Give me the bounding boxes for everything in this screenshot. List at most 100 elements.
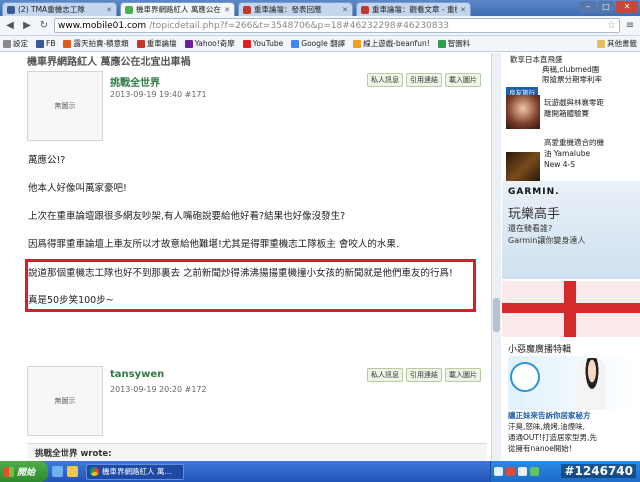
ad-text[interactable]: 典稱,clubmed團 [542, 65, 599, 75]
page-icon [3, 39, 11, 48]
gift-banner-ad[interactable] [502, 281, 640, 337]
close-icon[interactable]: ✕ [342, 6, 348, 14]
url-path: /topicdetail.php?f=266&t=3548706&p=18#46… [149, 20, 449, 31]
bookmark-label: 其他書籤 [607, 39, 637, 48]
load-images-button[interactable]: 載入圖片 [445, 73, 481, 87]
quote-author: 挑戰全世界 wrote: [35, 449, 112, 459]
private-message-button[interactable]: 私人訊息 [367, 73, 403, 87]
bookmark-settings[interactable]: 設定 [3, 38, 28, 49]
bookmark-yahoo[interactable]: Yahoo!奇摩 [184, 38, 235, 49]
bookmark-label: 露天拍賣-積意類 [73, 39, 129, 48]
private-message-button[interactable]: 私人訊息 [367, 368, 403, 382]
volume-icon[interactable] [518, 467, 527, 476]
bookmark-google-translate[interactable]: Google 翻譯 [291, 38, 345, 49]
start-label: 開始 [17, 468, 36, 478]
browser-tab-strip: (2) TMA重機志工隊 ✕ 機車界網路紅人 萬應公在 ✕ 重車論壇：發表回應 … [0, 0, 640, 16]
explorer-icon[interactable] [67, 466, 78, 477]
taskbar-chrome-window[interactable]: 機車界網路紅人 萬... [86, 463, 184, 480]
ad-text[interactable]: 離開箱體驗賽 [544, 109, 589, 119]
garmin-logo: GARMIN. [508, 187, 560, 197]
garmin-banner-ad[interactable]: GARMIN. 玩樂高手 還在騎看誰? Garmin讓你變身達人 [502, 181, 640, 279]
back-arrow-icon[interactable]: ◀ [3, 19, 17, 33]
bookmark-misc[interactable]: 智園料 [437, 38, 471, 49]
tray-icon[interactable] [506, 467, 515, 476]
ad-text[interactable]: 限搶票分期零利率 [542, 75, 602, 85]
page-viewport: 機車界網路紅人 萬應公在北宜出車禍 無圖示 挑戰全世界 2013-09-19 1… [0, 53, 640, 461]
garmin-ad-text: Garmin讓你變身達人 [508, 236, 586, 245]
beanfun-icon [353, 39, 362, 48]
bookmark-label: 智園料 [447, 39, 471, 48]
show-desktop-icon[interactable] [52, 466, 63, 477]
ad-text: 從擁有nanoe開始! [508, 444, 572, 453]
image-watermark-id: #1246740 [561, 464, 636, 478]
tab-title: (2) TMA重機志工隊 [18, 5, 85, 14]
reload-icon[interactable]: ↻ [37, 19, 51, 33]
ruten-icon [63, 39, 72, 48]
bookmark-other[interactable]: 其他書籤 [597, 38, 637, 49]
bookmark-heavy-bike[interactable]: 重車論壇 [136, 38, 177, 49]
minimize-icon[interactable]: – [580, 1, 596, 13]
bookmark-fb[interactable]: FB [36, 39, 55, 48]
ad-text: 通通OUT!打造居家型男,先 [508, 433, 597, 442]
mobile01-icon [125, 5, 133, 14]
facebook-icon [36, 39, 44, 48]
model-image [578, 358, 606, 410]
start-button[interactable]: 開始 [0, 461, 48, 482]
bookmark-youtube[interactable]: YouTube [242, 39, 283, 48]
load-images-button[interactable]: 載入圖片 [445, 368, 481, 382]
tab-mobile01[interactable]: 機車界網路紅人 萬應公在 ✕ [120, 2, 235, 16]
post-username[interactable]: 挑戰全世界 [110, 74, 160, 89]
quote-link-button[interactable]: 引用連結 [406, 73, 442, 87]
garmin-ad-title: 玩樂高手 [508, 207, 561, 222]
tray-icon[interactable] [494, 467, 503, 476]
ad-text[interactable]: 油 Yamalube [544, 149, 590, 159]
bookmark-star-icon[interactable]: ☆ [607, 20, 616, 31]
post-text-line: 上次在重車論壇跟很多網友吵架,有人嘴砲說要給他好看?結果也好像沒發生? [28, 211, 346, 222]
sidebar-section-heading: 小惡魔廣播特輯 [508, 345, 572, 355]
ad-thumbnail-image[interactable] [506, 95, 540, 129]
gift-ribbon [502, 303, 640, 313]
forum-icon [243, 5, 251, 14]
post-header: 無圖示 tansywen 2013-09-19 20:20 #172 私人訊息 … [27, 366, 487, 436]
bookmark-beanfun[interactable]: 線上遊戲-beanfun! [353, 38, 430, 49]
bookmarks-bar: 設定 FB 露天拍賣-積意類 重車論壇 Yahoo!奇摩 YouTube Goo… [0, 36, 640, 52]
close-icon[interactable]: ✕ [460, 6, 466, 14]
tab-title: 機車界網路紅人 萬應公在 [136, 5, 221, 14]
post-actions: 私人訊息 引用連結 載入圖片 [367, 368, 481, 382]
close-icon[interactable]: ✕ [224, 6, 230, 14]
tab-forum-reply[interactable]: 重車論壇：發表回應 ✕ [238, 2, 353, 16]
ad-text[interactable]: New 4-S [544, 160, 575, 170]
product-badge-icon [510, 362, 540, 392]
ad-title-link[interactable]: 讓正妹來告訴你居家秘方 [508, 410, 591, 421]
close-window-icon[interactable]: ✕ [616, 1, 638, 13]
sidebar-ads: 歡享日本直飛盛 典稱,clubmed團 限搶票分期零利率 良友旅行 玩遊戲與林襄… [502, 53, 640, 461]
bookmark-label: Yahoo!奇摩 [194, 39, 235, 48]
close-icon[interactable]: ✕ [106, 6, 112, 14]
bookmark-label: 重車論壇 [146, 39, 177, 48]
cleaner-banner-ad[interactable] [508, 356, 636, 410]
address-bar[interactable]: www.mobile01.com/topicdetail.php?f=266&t… [54, 18, 620, 33]
post-text-line: 萬應公!? [28, 155, 66, 166]
forward-arrow-icon[interactable]: ▶ [20, 19, 34, 33]
tab-facebook[interactable]: (2) TMA重機志工隊 ✕ [2, 2, 117, 16]
maximize-icon[interactable]: □ [598, 1, 614, 13]
ad-text[interactable]: 歡享日本直飛盛 [510, 55, 563, 65]
ad-text[interactable]: 高愛重機適合的機 [544, 138, 604, 148]
scrollbar-thumb[interactable] [493, 298, 500, 332]
wrench-icon[interactable]: ≡ [623, 20, 637, 31]
bookmark-label: Google 翻譯 [301, 39, 346, 48]
post-timestamp: 2013-09-19 19:40 #171 [110, 90, 207, 99]
taskbar-window-title: 機車界網路紅人 萬... [102, 467, 172, 476]
post-username[interactable]: tansywen [110, 369, 164, 380]
quote-link-button[interactable]: 引用連結 [406, 368, 442, 382]
scrollbar[interactable] [491, 53, 501, 461]
post-timestamp: 2013-09-19 20:20 #172 [110, 385, 207, 394]
topic-title: 機車界網路紅人 萬應公在北宜出車禍 [27, 57, 191, 68]
tab-forum-view[interactable]: 重車論壇：觀看文章 - 重機 ✕ [356, 2, 471, 16]
network-icon[interactable] [530, 467, 539, 476]
youtube-icon [242, 39, 251, 48]
forum-icon [361, 5, 369, 14]
bookmark-ruten[interactable]: 露天拍賣-積意類 [63, 38, 129, 49]
ad-text[interactable]: 玩遊戲與林襄零距 [544, 98, 604, 108]
ad-text: 汗臭,怒味,燒烤,油煙味, [508, 422, 586, 431]
